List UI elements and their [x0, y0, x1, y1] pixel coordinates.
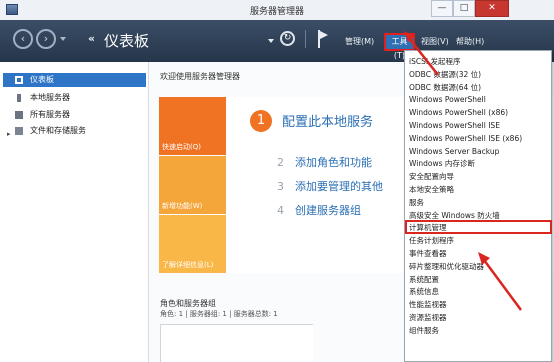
annotation-arrow-computer-management [478, 252, 523, 311]
annotation-arrows [404, 31, 523, 311]
annotation-arrow-tools [404, 31, 439, 76]
server-manager-window: 服务器管理器 — □ ✕ ‹ › ‹‹ 仪表板 ↻ 管理(M) 工具(T) 视图… [0, 0, 554, 362]
